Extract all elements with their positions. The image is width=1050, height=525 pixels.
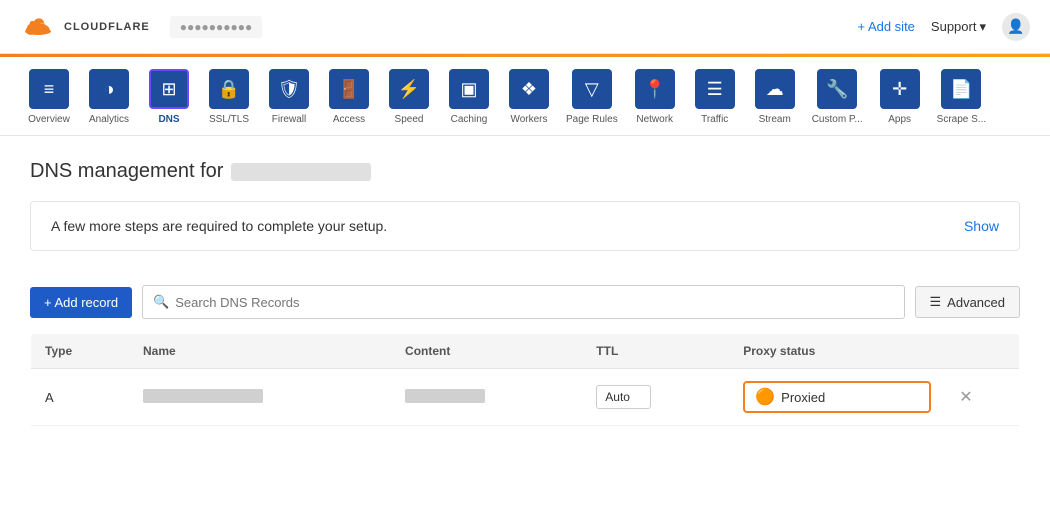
nav-icon-ssl-tls: 🔒 [209,69,249,109]
empty-row-cell [31,426,1020,456]
proxy-status-label: Proxied [781,390,825,405]
record-proxy-status: 🟠 Proxied [729,369,945,426]
record-type: A [31,369,129,426]
dns-table: TypeNameContentTTLProxy status A Auto 🟠 Pr… [30,333,1020,456]
main-content: DNS management for A few more steps are … [0,136,1050,480]
nav-icon-scrape-shield: 📄 [941,69,981,109]
nav-item-dns[interactable]: ⊞ DNS [140,69,198,135]
support-button[interactable]: Support ▾ [931,19,986,35]
support-label: Support [931,19,977,34]
nav-icon-dns: ⊞ [149,69,189,109]
nav-item-access[interactable]: 🚪 Access [320,69,378,135]
nav-tabs: ≡ Overview ◑ Analytics ⊞ DNS 🔒 SSL/TLS 🛡… [0,57,1050,136]
nav-label-page-rules: Page Rules [566,114,618,125]
nav-label-apps: Apps [888,114,911,125]
nav-item-page-rules[interactable]: ▽ Page Rules [560,69,624,135]
nav-label-access: Access [333,114,365,125]
nav-item-scrape-shield[interactable]: 📄 Scrape S... [931,69,992,135]
nav-icon-access: 🚪 [329,69,369,109]
nav-label-firewall: Firewall [272,114,306,125]
nav-label-scrape-shield: Scrape S... [937,114,986,125]
logo-area: CLOUDFLARE [20,9,150,45]
domain-blur [231,163,371,181]
setup-banner-text: A few more steps are required to complet… [51,218,387,234]
record-content-blur [405,389,485,403]
nav-label-caching: Caching [451,114,488,125]
setup-banner: A few more steps are required to complet… [30,201,1020,251]
delete-record-button[interactable]: ✕ [959,387,972,407]
nav-item-network[interactable]: 📍 Network [626,69,684,135]
nav-item-ssl-tls[interactable]: 🔒 SSL/TLS [200,69,258,135]
ttl-select[interactable]: Auto [596,385,651,409]
add-record-button[interactable]: + Add record [30,287,132,318]
nav-label-ssl-tls: SSL/TLS [209,114,249,125]
add-site-button[interactable]: + Add site [857,19,914,34]
col-header-content: Content [391,334,582,369]
domain-label: ●●●●●●●●●● [170,16,262,38]
header-left: CLOUDFLARE ●●●●●●●●●● [20,9,262,45]
nav-icon-analytics: ◑ [89,69,129,109]
account-icon[interactable]: 👤 [1002,13,1030,41]
nav-item-firewall[interactable]: 🛡 Firewall [260,69,318,135]
nav-label-dns: DNS [158,114,179,125]
show-link[interactable]: Show [964,218,999,234]
header-right: + Add site Support ▾ 👤 [857,13,1030,41]
record-content [391,369,582,426]
nav-label-workers: Workers [510,114,547,125]
page-title: DNS management for [30,160,1020,183]
record-name [129,369,391,426]
nav-icon-page-rules: ▽ [572,69,612,109]
nav-icon-workers: ❖ [509,69,549,109]
col-header-name: Name [129,334,391,369]
nav-item-analytics[interactable]: ◑ Analytics [80,69,138,135]
nav-label-network: Network [636,114,673,125]
nav-item-traffic[interactable]: ☰ Traffic [686,69,744,135]
record-delete-cell: ✕ [945,369,1019,426]
record-ttl: Auto [582,369,729,426]
support-chevron-icon: ▾ [979,19,986,35]
col-header-type: Type [31,334,129,369]
nav-item-speed[interactable]: ⚡ Speed [380,69,438,135]
nav-item-apps[interactable]: ✛ Apps [871,69,929,135]
table-row: A Auto 🟠 Proxied ✕ [31,369,1020,426]
cloudflare-logo-icon [20,9,56,45]
advanced-button[interactable]: ☰ Advanced [915,286,1020,318]
nav-item-workers[interactable]: ❖ Workers [500,69,558,135]
orange-cloud-icon: 🟠 [755,387,775,407]
header: CLOUDFLARE ●●●●●●●●●● + Add site Support… [0,0,1050,54]
advanced-list-icon: ☰ [930,294,942,310]
search-input[interactable] [175,295,893,310]
page-title-text: DNS management for [30,160,223,183]
nav-icon-overview: ≡ [29,69,69,109]
col-header-ttl: TTL [582,334,729,369]
nav-icon-custom-pages: 🔧 [817,69,857,109]
nav-icon-stream: ☁ [755,69,795,109]
advanced-label: Advanced [947,295,1005,310]
search-wrapper: 🔍 [142,285,904,319]
nav-label-speed: Speed [395,114,424,125]
table-row-empty [31,426,1020,456]
nav-icon-network: 📍 [635,69,675,109]
nav-label-custom-pages: Custom P... [812,114,863,125]
col-header- [945,334,1019,369]
search-icon: 🔍 [153,294,169,310]
nav-label-analytics: Analytics [89,114,129,125]
nav-label-stream: Stream [759,114,791,125]
nav-label-traffic: Traffic [701,114,728,125]
cloudflare-logo-text: CLOUDFLARE [64,21,150,33]
col-header-proxy-status: Proxy status [729,334,945,369]
nav-icon-apps: ✛ [880,69,920,109]
nav-icon-firewall: 🛡 [269,69,309,109]
nav-icon-speed: ⚡ [389,69,429,109]
nav-icon-traffic: ☰ [695,69,735,109]
nav-item-stream[interactable]: ☁ Stream [746,69,804,135]
proxy-badge[interactable]: 🟠 Proxied [743,381,931,413]
record-name-blur [143,389,263,403]
dns-toolbar: + Add record 🔍 ☰ Advanced [30,271,1020,333]
nav-item-caching[interactable]: ▣ Caching [440,69,498,135]
nav-icon-caching: ▣ [449,69,489,109]
nav-item-overview[interactable]: ≡ Overview [20,69,78,135]
nav-label-overview: Overview [28,114,70,125]
nav-item-custom-pages[interactable]: 🔧 Custom P... [806,69,869,135]
